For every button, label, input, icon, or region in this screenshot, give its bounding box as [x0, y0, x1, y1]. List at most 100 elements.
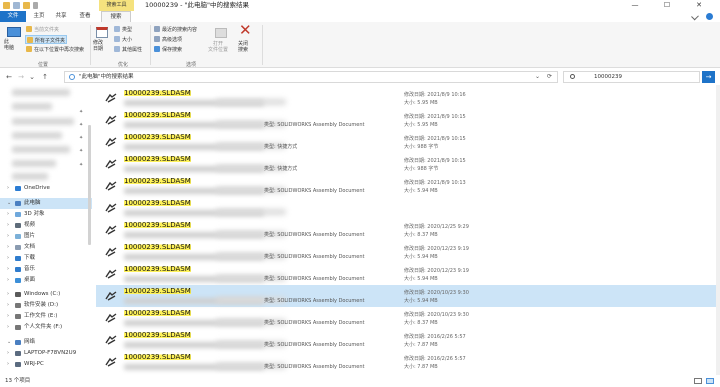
details-view-icon[interactable] — [694, 378, 702, 384]
this-pc-button[interactable]: 此 电脑 — [3, 25, 25, 59]
tab-home[interactable]: 主页 — [30, 11, 48, 22]
result-row[interactable]: 10000239.SLDASM 修改日期: 2021/8/9 10:16 大小: 5… — [96, 87, 716, 109]
address-field[interactable]: "此电脑"中的搜索结果 ⌄ ⟳ — [64, 71, 558, 83]
advanced-options-button[interactable]: 高级选项 — [162, 36, 182, 43]
result-row[interactable]: 10000239.SLDASM 类型: SOLIDWORKS Assembly D… — [96, 175, 716, 197]
qa-dropdown-icon[interactable] — [33, 2, 38, 9]
pin-icon[interactable]: ✦ — [79, 162, 83, 168]
nav-item[interactable]: › 个人文件夹 (F:) — [0, 322, 92, 333]
quick-access-item[interactable] — [12, 103, 52, 110]
nav-item[interactable]: ⌄ 网络 — [0, 337, 92, 348]
nav-item[interactable]: › 工作文件 (E:) — [0, 311, 92, 322]
back-button[interactable]: ← — [4, 71, 14, 83]
expand-chevron-icon[interactable]: › — [7, 300, 9, 311]
new-folder-icon[interactable] — [23, 2, 30, 9]
expand-chevron-icon[interactable]: › — [7, 322, 9, 333]
close-search-button[interactable]: ✕ 关闭 搜索 — [236, 23, 258, 59]
expand-chevron-icon[interactable]: › — [7, 220, 9, 231]
search-again-in-button[interactable]: 在以下位置中再次搜索 — [34, 46, 84, 53]
help-icon[interactable] — [706, 13, 713, 20]
quick-access-item[interactable] — [12, 89, 70, 96]
minimize-button[interactable]: — — [620, 0, 650, 11]
tab-share[interactable]: 共享 — [52, 11, 70, 22]
nav-item[interactable]: › Windows (C:) — [0, 289, 92, 300]
nav-item[interactable]: › 下载 — [0, 253, 92, 264]
result-row[interactable]: 10000239.SLDASM 类型: SOLIDWORKS Assembly D… — [96, 307, 716, 329]
navigation-scrollbar[interactable] — [88, 125, 91, 245]
expand-chevron-icon[interactable]: › — [7, 242, 9, 253]
expand-chevron-icon[interactable]: › — [7, 231, 9, 242]
nav-item[interactable]: ⌄ 此电脑 — [0, 198, 92, 209]
save-search-icon — [154, 46, 160, 52]
search-go-button[interactable]: → — [702, 71, 715, 83]
close-window-button[interactable]: ✕ — [684, 0, 714, 11]
other-properties-button[interactable]: 其他属性 — [122, 46, 142, 53]
nav-item[interactable]: › 视频 — [0, 220, 92, 231]
result-row[interactable]: 10000239.SLDASM 类型: SOLIDWORKS Assembly D… — [96, 219, 716, 241]
expand-chevron-icon[interactable]: › — [7, 183, 9, 194]
pin-icon[interactable]: ✦ — [79, 122, 83, 128]
result-row[interactable]: 10000239.SLDASM 类型: SOLIDWORKS Assembly D… — [96, 329, 716, 351]
refresh-icon[interactable]: ⟳ — [547, 72, 552, 82]
expand-chevron-icon[interactable]: › — [7, 289, 9, 300]
result-row[interactable]: 10000239.SLDASM 类型: 快捷方式 修改日期: 2021/8/9 10… — [96, 153, 716, 175]
nav-item[interactable]: › 软件安装 (D:) — [0, 300, 92, 311]
nav-item[interactable]: › 图片 — [0, 231, 92, 242]
current-folder-button[interactable]: 当前文件夹 — [34, 26, 59, 33]
result-row[interactable]: 10000239.SLDASM 类型: SOLIDWORKS Assembly D… — [96, 263, 716, 285]
result-row[interactable]: 10000239.SLDASM 类型: SOLIDWORKS Assembly D… — [96, 351, 716, 373]
result-row[interactable]: 10000239.SLDASM 类型: SOLIDWORKS Assembly D… — [96, 109, 716, 131]
up-button[interactable]: ↑ — [40, 71, 50, 83]
recent-locations-button[interactable]: ⌄ — [28, 71, 36, 83]
large-icons-view-icon[interactable] — [706, 378, 714, 384]
kind-button[interactable]: 类型 — [122, 26, 132, 33]
forward-button[interactable]: → — [16, 71, 26, 83]
pin-icon[interactable]: ✦ — [79, 109, 83, 115]
expand-chevron-icon[interactable]: › — [7, 253, 9, 264]
pin-icon[interactable]: ✦ — [79, 135, 83, 141]
nav-item[interactable]: › LAPTOP-F78VN2U9 — [0, 348, 92, 359]
nav-item[interactable]: › OneDrive — [0, 183, 92, 194]
size-button[interactable]: 大小 — [122, 36, 132, 43]
tab-file[interactable]: 文件 — [0, 11, 26, 22]
nav-item[interactable]: › 桌面 — [0, 275, 92, 286]
expand-chevron-icon[interactable]: ⌄ — [7, 337, 11, 348]
expand-chevron-icon[interactable]: › — [7, 359, 9, 370]
result-row[interactable]: 10000239.SLDASM 类型: SOLIDWORKS Assembly D… — [96, 241, 716, 263]
nav-item[interactable]: › 3D 对象 — [0, 209, 92, 220]
nav-item[interactable]: › 音乐 — [0, 264, 92, 275]
save-search-button[interactable]: 保存搜索 — [162, 46, 182, 53]
expand-chevron-icon[interactable]: › — [7, 275, 9, 286]
maximize-button[interactable]: ☐ — [652, 0, 682, 11]
all-subfolders-button[interactable]: 所有子文件夹 — [25, 35, 67, 44]
quick-access-item[interactable] — [12, 146, 70, 153]
quick-access-item[interactable] — [12, 118, 74, 125]
pin-icon[interactable]: ✦ — [79, 148, 83, 154]
result-row[interactable]: 10000239.SLDASM 类型: 快捷方式 修改日期: 2021/8/9 10… — [96, 131, 716, 153]
open-file-location-button[interactable]: 打开 文件位置 — [208, 25, 234, 59]
result-row[interactable]: 10000239.SLDASM 类型: SOLIDWORKS Assembly D… — [96, 285, 716, 307]
quick-access-item[interactable] — [12, 173, 48, 180]
recent-searches-button[interactable]: 最近的搜索内容 — [162, 26, 197, 33]
nav-item-icon — [15, 267, 21, 272]
expand-chevron-icon[interactable]: › — [7, 311, 9, 322]
quick-access-item[interactable] — [12, 160, 56, 167]
result-row[interactable]: 10000239.SLDASM — [96, 197, 716, 219]
quick-access-item[interactable] — [12, 132, 62, 139]
modified-date-button[interactable]: 修改 日期 — [93, 25, 111, 59]
expand-chevron-icon[interactable]: › — [7, 209, 9, 220]
nav-item-icon — [15, 245, 21, 250]
expand-chevron-icon[interactable]: › — [7, 264, 9, 275]
tab-search[interactable]: 搜索 — [101, 11, 131, 22]
tab-view[interactable]: 查看 — [76, 11, 94, 22]
search-input[interactable]: 10000239 — [563, 71, 700, 83]
nav-item[interactable]: › WRJ-PC — [0, 359, 92, 370]
address-dropdown-icon[interactable]: ⌄ — [535, 72, 540, 82]
expand-chevron-icon[interactable]: › — [7, 348, 9, 359]
properties-icon[interactable] — [13, 2, 20, 9]
collapse-ribbon-icon[interactable] — [691, 12, 699, 21]
nav-item[interactable]: › 文档 — [0, 242, 92, 253]
expand-chevron-icon[interactable]: ⌄ — [7, 198, 11, 209]
results-scrollbar[interactable] — [716, 85, 720, 375]
file-name: 10000239.SLDASM — [124, 155, 191, 163]
